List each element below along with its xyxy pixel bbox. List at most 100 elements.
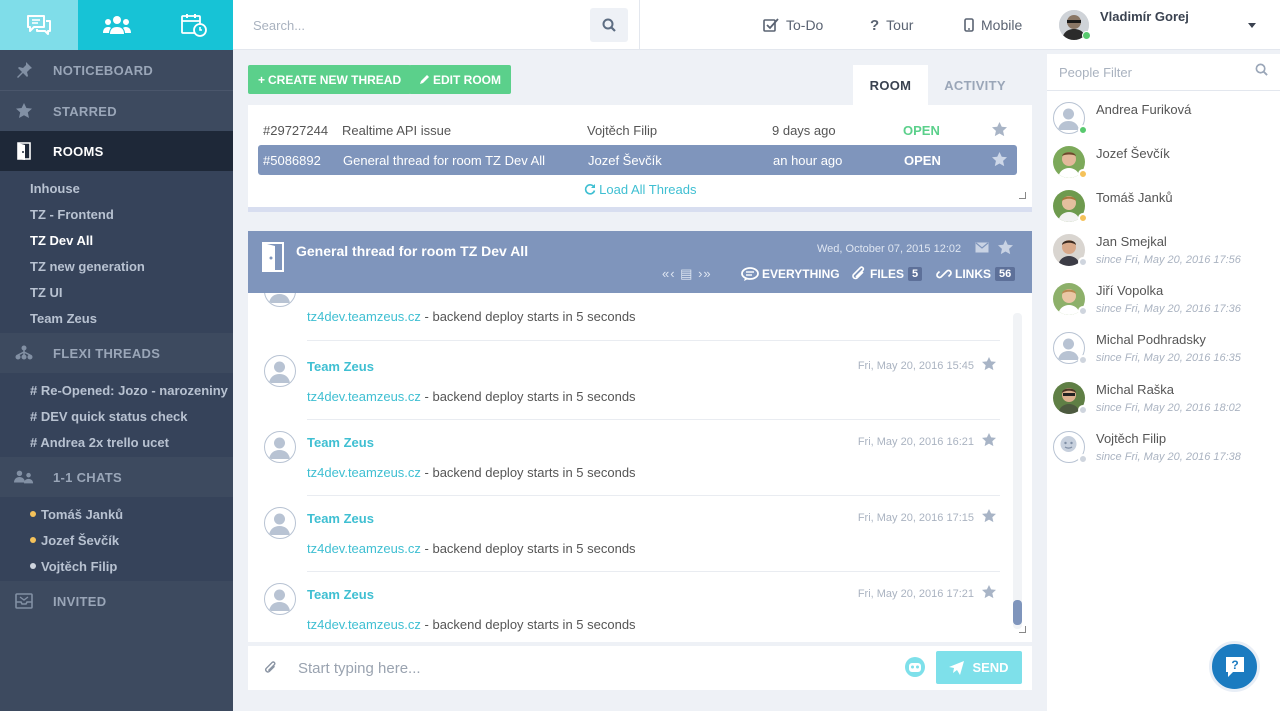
sidebar-flexi-item[interactable]: # DEV quick status check: [0, 403, 233, 429]
plus-icon: +: [258, 72, 266, 87]
message-author[interactable]: Team Zeus: [307, 587, 374, 602]
calendar-tab[interactable]: [155, 0, 233, 50]
thread-row[interactable]: #29727244 Realtime API issue Vojtěch Fil…: [258, 115, 1017, 145]
status-dot: [1078, 213, 1088, 223]
sidebar-room-item[interactable]: Team Zeus: [0, 305, 233, 331]
message-link[interactable]: tz4dev.teamzeus.cz: [307, 309, 421, 324]
person-item[interactable]: Jiří Vopolka since Fri, May 20, 2016 17:…: [1053, 281, 1273, 321]
message-input[interactable]: [298, 654, 898, 682]
scrollbar[interactable]: [1013, 313, 1022, 629]
star-icon[interactable]: [982, 433, 996, 447]
sidebar-noticeboard[interactable]: NOTICEBOARD: [0, 50, 233, 90]
door-icon: [261, 241, 287, 273]
scrollbar-thumb[interactable]: [1013, 600, 1022, 625]
sidebar-invited[interactable]: INVITED: [0, 581, 233, 621]
filter-everything[interactable]: EVERYTHING: [741, 265, 840, 283]
mobile-link[interactable]: Mobile: [964, 0, 1022, 50]
thread-title: General thread for room TZ Dev All: [343, 152, 546, 168]
sidebar-flexi-item[interactable]: # Re-Opened: Jozo - narozeniny: [0, 377, 233, 403]
sidebar-room-item[interactable]: TZ UI: [0, 279, 233, 305]
person-name: Michal Podhradsky: [1096, 332, 1206, 347]
star-icon: [14, 103, 34, 119]
message-author[interactable]: Team Zeus: [307, 359, 374, 374]
sidebar-flexi-threads[interactable]: FLEXI THREADS: [0, 333, 233, 373]
thread-row-selected[interactable]: #5086892 General thread for room TZ Dev …: [258, 145, 1017, 175]
person-item[interactable]: Michal Podhradsky since Fri, May 20, 201…: [1053, 330, 1273, 370]
sidebar-chat-item[interactable]: Vojtěch Filip: [0, 553, 233, 579]
todo-link[interactable]: To-Do: [763, 0, 823, 50]
tab-activity[interactable]: ACTIVITY: [928, 65, 1022, 105]
status-dot: [1078, 355, 1088, 365]
person-name: Tomáš Janků: [1096, 190, 1173, 205]
status-badge: OPEN: [904, 152, 941, 168]
message-author[interactable]: Team Zeus: [307, 435, 374, 450]
message-divider: [307, 419, 1000, 420]
thread-time: 9 days ago: [772, 122, 836, 138]
sidebar-chat-item[interactable]: Tomáš Janků: [0, 501, 233, 527]
star-icon[interactable]: [982, 509, 996, 523]
star-icon[interactable]: [982, 585, 996, 599]
star-icon[interactable]: [982, 357, 996, 371]
load-all-threads-link[interactable]: Load All Threads: [248, 182, 1032, 197]
sidebar-room-item[interactable]: Inhouse: [0, 175, 233, 201]
sidebar-room-item-current[interactable]: TZ Dev All: [0, 227, 233, 253]
send-button[interactable]: SEND: [936, 651, 1022, 684]
filter-files-label: FILES: [870, 267, 905, 281]
message-navigation[interactable]: «‹ ▤ ›»: [662, 266, 712, 282]
search-button[interactable]: [590, 8, 628, 42]
star-icon[interactable]: [992, 122, 1007, 137]
last-seen: since Fri, May 20, 2016 17:56: [1096, 254, 1241, 266]
message-link[interactable]: tz4dev.teamzeus.cz: [307, 617, 421, 632]
people-filter-input[interactable]: [1059, 61, 1249, 83]
mail-icon[interactable]: [975, 242, 989, 253]
person-item[interactable]: Michal Raška since Fri, May 20, 2016 18:…: [1053, 380, 1273, 420]
user-menu[interactable]: Vladimír Gorej: [1059, 0, 1280, 50]
last-seen: since Fri, May 20, 2016 16:35: [1096, 352, 1241, 364]
tab-room[interactable]: ROOM: [853, 65, 928, 105]
sidebar-chats[interactable]: 1-1 CHATS: [0, 457, 233, 497]
create-thread-button[interactable]: + CREATE NEW THREAD: [248, 65, 412, 94]
help-button[interactable]: ?: [1209, 641, 1260, 692]
person-item[interactable]: Tomáš Janků: [1053, 188, 1273, 228]
sidebar-flexi-item[interactable]: # Andrea 2x trello ucet: [0, 429, 233, 455]
edit-room-button[interactable]: EDIT ROOM: [409, 65, 511, 94]
header-divider: [639, 0, 640, 50]
message-link[interactable]: tz4dev.teamzeus.cz: [307, 465, 421, 480]
status-dot: [1078, 257, 1088, 267]
chevron-down-icon[interactable]: [1248, 23, 1256, 28]
sidebar-starred[interactable]: STARRED: [0, 91, 233, 131]
message-link[interactable]: tz4dev.teamzeus.cz: [307, 541, 421, 556]
person-item[interactable]: Vojtěch Filip since Fri, May 20, 2016 17…: [1053, 429, 1273, 469]
person-item[interactable]: Jozef Ševčík: [1053, 144, 1273, 184]
mobile-icon: [964, 18, 974, 32]
bot-icon[interactable]: [904, 656, 926, 678]
sidebar-rooms-label: ROOMS: [53, 143, 104, 159]
person-item[interactable]: Jan Smejkal since Fri, May 20, 2016 17:5…: [1053, 232, 1273, 272]
sidebar-room-item[interactable]: TZ new generation: [0, 253, 233, 279]
chat-tab[interactable]: [0, 0, 78, 50]
search-icon[interactable]: [1255, 63, 1268, 76]
message-divider: [307, 571, 1000, 572]
calendar-icon: [181, 14, 208, 37]
resize-handle[interactable]: [1019, 192, 1026, 199]
sidebar-rooms[interactable]: ROOMS: [0, 131, 233, 171]
team-tab[interactable]: [78, 0, 156, 50]
search-input[interactable]: [253, 8, 588, 42]
sidebar-chat-item[interactable]: Jozef Ševčík: [0, 527, 233, 553]
filter-links[interactable]: LINKS 56: [936, 265, 1016, 283]
message-author[interactable]: Team Zeus: [307, 511, 374, 526]
message-link[interactable]: tz4dev.teamzeus.cz: [307, 389, 421, 404]
sitemap-icon: [14, 345, 34, 361]
sidebar-room-item[interactable]: TZ - Frontend: [0, 201, 233, 227]
star-icon[interactable]: [992, 152, 1007, 167]
tour-link[interactable]: ? Tour: [870, 0, 913, 50]
filter-everything-label: EVERYTHING: [762, 267, 840, 281]
filter-files[interactable]: FILES 5: [851, 265, 923, 283]
thread-id: #5086892: [263, 152, 321, 168]
paperclip-icon[interactable]: [264, 661, 278, 675]
person-name: Jiří Vopolka: [1096, 283, 1164, 298]
star-icon[interactable]: [998, 240, 1013, 255]
last-seen: since Fri, May 20, 2016 18:02: [1096, 402, 1241, 414]
resize-handle[interactable]: [1019, 626, 1026, 633]
person-item[interactable]: Andrea Furiková: [1053, 100, 1273, 140]
